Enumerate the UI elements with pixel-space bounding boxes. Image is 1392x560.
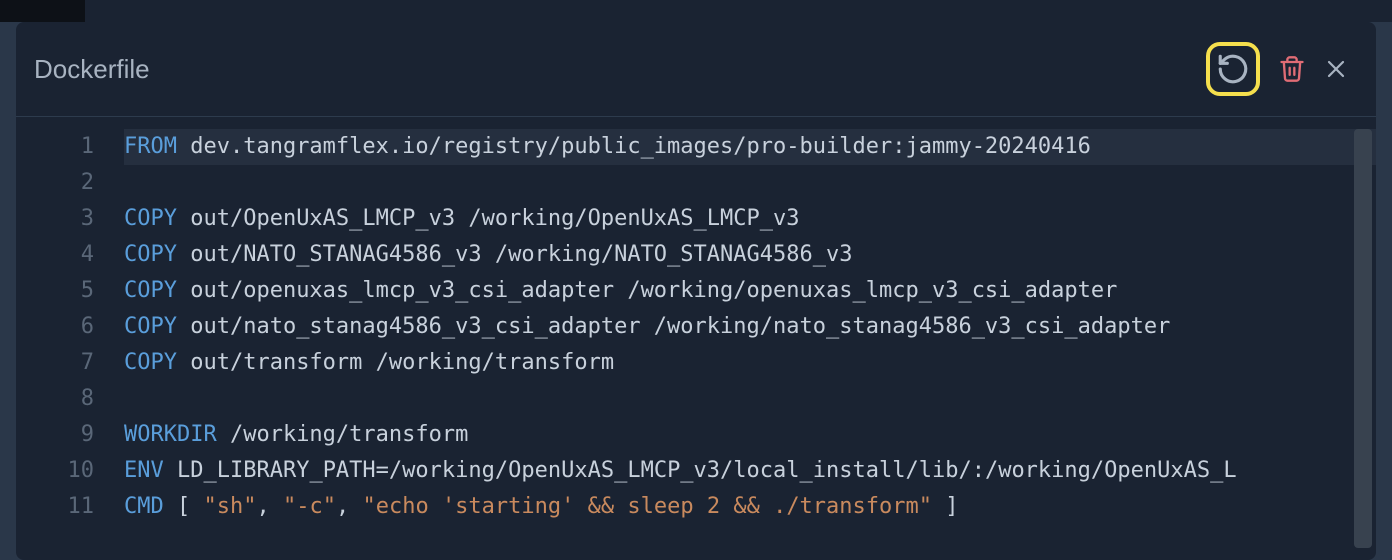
line-number: 3 [16, 201, 124, 237]
editor-panel: Dockerfile [16, 22, 1376, 560]
code-line[interactable]: COPY out/OpenUxAS_LMCP_v3 /working/OpenU… [124, 201, 1376, 237]
code-line[interactable]: COPY out/openuxas_lmcp_v3_csi_adapter /w… [124, 273, 1376, 309]
code-line[interactable]: COPY out/nato_stanag4586_v3_csi_adapter … [124, 309, 1376, 345]
line-number: 4 [16, 237, 124, 273]
code-line[interactable]: FROM dev.tangramflex.io/registry/public_… [124, 129, 1376, 165]
panel-header: Dockerfile [16, 22, 1376, 117]
line-number: 2 [16, 165, 124, 201]
top-bar [0, 0, 1392, 22]
code-line[interactable]: WORKDIR /working/transform [124, 417, 1376, 453]
code-line[interactable]: ENV LD_LIBRARY_PATH=/working/OpenUxAS_LM… [124, 453, 1376, 489]
code-line[interactable] [124, 165, 1376, 201]
code-line[interactable]: COPY out/NATO_STANAG4586_v3 /working/NAT… [124, 237, 1376, 273]
code-line[interactable]: COPY out/transform /working/transform [124, 345, 1376, 381]
scrollbar[interactable] [1354, 129, 1372, 548]
code-container[interactable]: 1234567891011 FROM dev.tangramflex.io/re… [16, 117, 1376, 560]
line-number: 7 [16, 345, 124, 381]
close-icon [1324, 57, 1348, 81]
gutter: 1234567891011 [16, 123, 124, 554]
line-number: 9 [16, 417, 124, 453]
code-line[interactable] [124, 381, 1376, 417]
delete-button[interactable] [1278, 55, 1306, 83]
reset-highlight [1206, 42, 1260, 96]
top-tab[interactable] [0, 0, 85, 22]
panel-actions [1206, 42, 1348, 96]
line-number: 6 [16, 309, 124, 345]
line-number: 10 [16, 453, 124, 489]
reset-button[interactable] [1216, 52, 1250, 86]
line-number: 11 [16, 489, 124, 525]
code-line[interactable]: CMD [ "sh", "-c", "echo 'starting' && sl… [124, 489, 1376, 525]
code-lines[interactable]: FROM dev.tangramflex.io/registry/public_… [124, 123, 1376, 554]
reset-icon [1216, 52, 1250, 86]
panel-title: Dockerfile [34, 54, 150, 85]
close-button[interactable] [1324, 57, 1348, 81]
line-number: 5 [16, 273, 124, 309]
line-number: 1 [16, 129, 124, 165]
trash-icon [1278, 55, 1306, 83]
line-number: 8 [16, 381, 124, 417]
